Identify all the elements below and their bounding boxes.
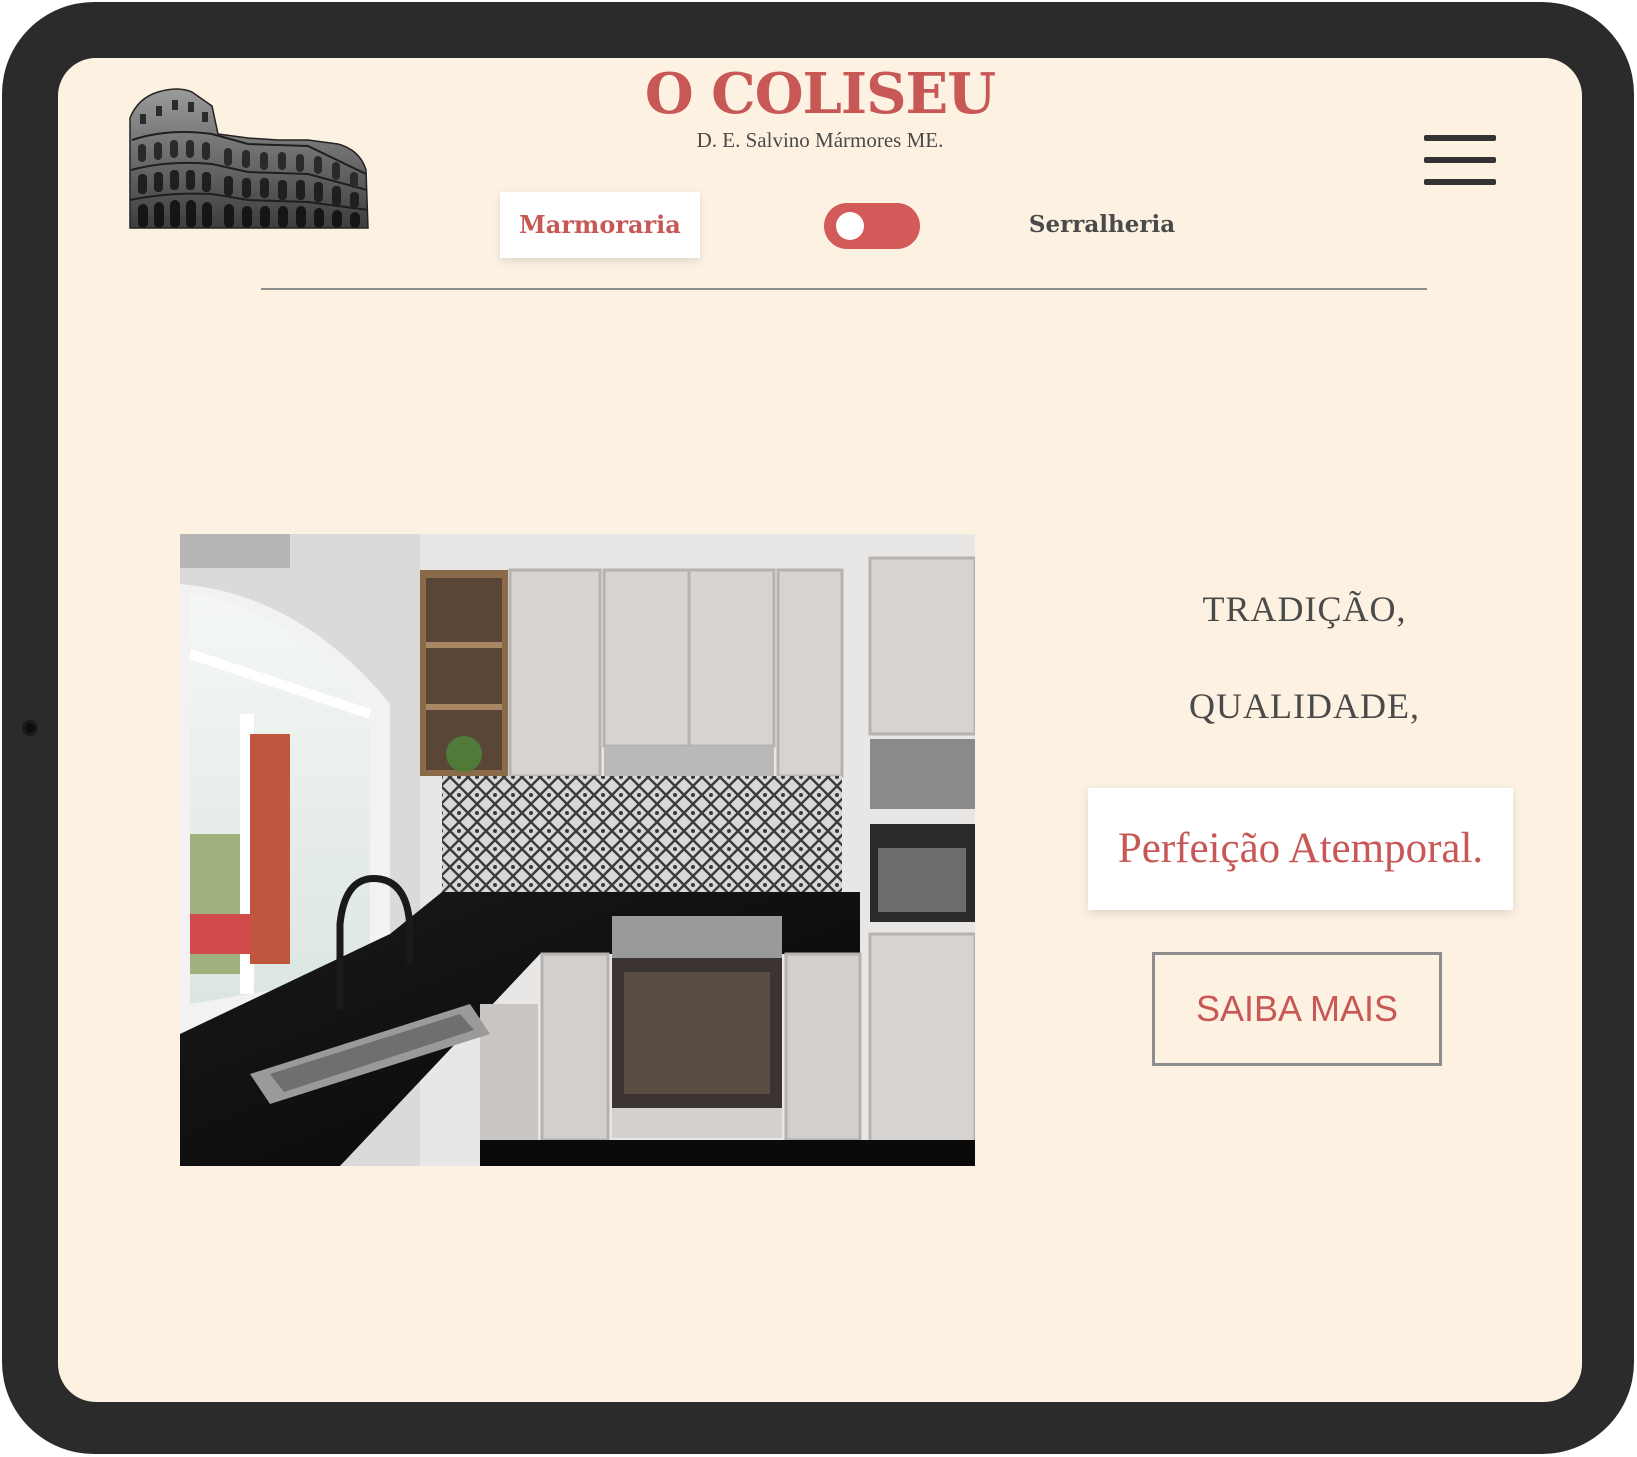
tab-serralheria[interactable]: Serralheria xyxy=(1022,192,1182,258)
brand-header: O COLISEU D. E. Salvino Mármores ME. xyxy=(58,58,1582,152)
category-toggle-switch[interactable] xyxy=(824,203,920,249)
tagline-highlight: Perfeição Atemporal. xyxy=(1088,788,1513,910)
hamburger-menu-icon[interactable] xyxy=(1424,135,1496,185)
tagline-qualidade: QUALIDADE, xyxy=(1189,686,1420,726)
brand-subtitle: D. E. Salvino Mármores ME. xyxy=(696,128,944,152)
tab-marmoraria[interactable]: Marmoraria xyxy=(500,192,700,258)
camera-icon xyxy=(22,720,38,736)
kitchen-photo xyxy=(180,534,975,1166)
header-divider xyxy=(261,288,1427,290)
screen: O COLISEU D. E. Salvino Mármores ME. Mar… xyxy=(58,58,1582,1402)
kitchen-photo-icon xyxy=(180,534,975,1166)
saiba-mais-button[interactable]: SAIBA MAIS xyxy=(1152,952,1442,1066)
menu-bar xyxy=(1424,135,1496,141)
toggle-knob xyxy=(836,212,864,240)
tablet-frame: O COLISEU D. E. Salvino Mármores ME. Mar… xyxy=(2,2,1634,1454)
menu-bar xyxy=(1424,157,1496,163)
menu-bar xyxy=(1424,179,1496,185)
tagline-tradicao: TRADIÇÃO, xyxy=(1202,589,1407,629)
brand-title: O COLISEU xyxy=(644,61,996,127)
